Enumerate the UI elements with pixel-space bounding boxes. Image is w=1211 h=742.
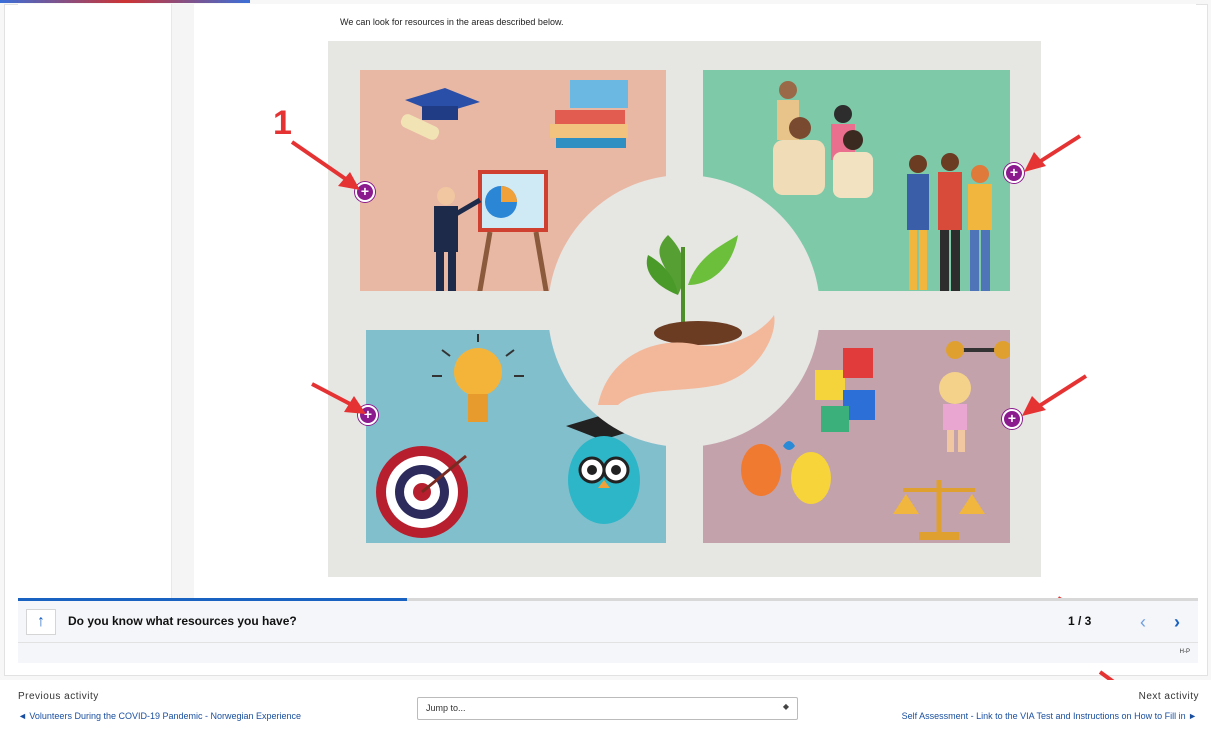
h5p-label[interactable]: H-P (1180, 649, 1190, 655)
slide-title: Do you know what resources you have? (68, 614, 297, 628)
annotation-arrow-3 (311, 382, 366, 414)
center-circle (548, 175, 820, 447)
annotation-arrow-2 (1024, 134, 1082, 172)
previous-activity-label: Previous activity (18, 691, 99, 702)
presentation-board-icon (477, 170, 549, 291)
up-arrow-button[interactable]: ↑ (26, 609, 56, 635)
page: We can look for resources in the areas d… (0, 0, 1211, 742)
top-accent-line (0, 0, 250, 3)
jump-to-select[interactable]: Jump to... ◆ (417, 697, 798, 720)
previous-slide-button[interactable]: ‹ (1132, 609, 1154, 635)
hand-plant-icon (598, 235, 775, 405)
select-caret-icon: ◆ (782, 702, 789, 711)
left-strip (172, 4, 194, 598)
lightbulb-icon (432, 334, 524, 422)
jump-to-value: Jump to... (426, 703, 466, 713)
slide-counter: 1 / 3 (1068, 614, 1092, 628)
annotation-arrow-1 (290, 140, 360, 190)
annotation-arrow-4 (1022, 374, 1088, 416)
target-icon (376, 446, 468, 538)
previous-activity-link[interactable]: ◄ Volunteers During the COVID-19 Pandemi… (18, 711, 301, 721)
child-weightlifter (939, 341, 1010, 452)
couple-figures (741, 441, 831, 504)
next-slide-button[interactable]: › (1166, 609, 1188, 635)
h5p-bar: H-P (18, 643, 1198, 663)
next-activity-link[interactable]: Self Assessment - Link to the VIA Test a… (902, 711, 1197, 721)
books-icon (550, 80, 628, 148)
teacher-figure (434, 187, 482, 291)
graduation-cap-icon (400, 88, 480, 140)
scales-icon (893, 480, 985, 540)
left-pane (18, 4, 172, 598)
friends-group (907, 153, 992, 291)
next-activity-label: Next activity (1138, 691, 1199, 702)
slide-footer: ↑ Do you know what resources you have? 1… (18, 601, 1198, 643)
intro-text: We can look for resources in the areas d… (340, 17, 564, 27)
puzzle-icon (815, 348, 875, 432)
activity-navigation: Previous activity ◄ Volunteers During th… (0, 680, 1211, 742)
